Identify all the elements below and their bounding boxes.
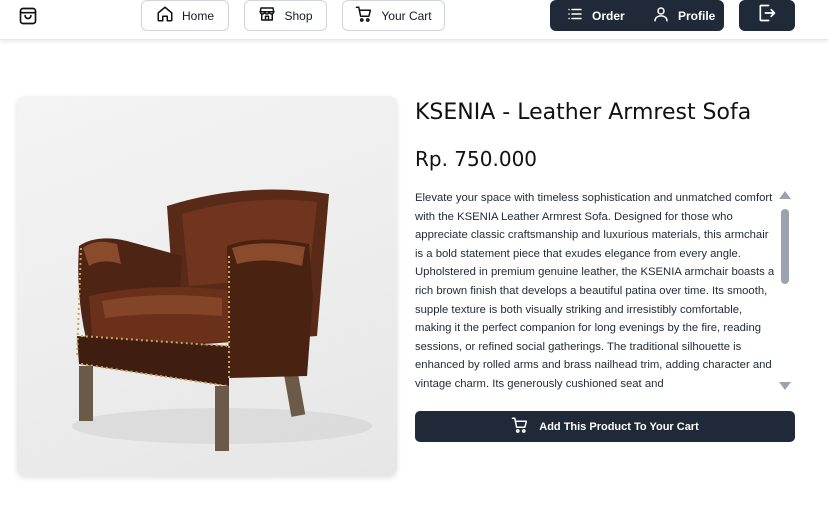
- user-icon: [652, 5, 670, 26]
- add-to-cart-label: Add This Product To Your Cart: [539, 420, 699, 433]
- product-price: Rp. 750.000: [415, 147, 538, 171]
- home-label: Home: [181, 8, 214, 23]
- profile-button[interactable]: Profile: [652, 0, 715, 31]
- add-to-cart-button[interactable]: Add This Product To Your Cart: [415, 411, 795, 442]
- your-cart-button[interactable]: Your Cart: [342, 0, 445, 31]
- shopping-bag-icon[interactable]: [18, 6, 38, 26]
- logout-button[interactable]: [739, 0, 795, 31]
- order-label: Order: [592, 8, 625, 23]
- store-icon: [258, 5, 276, 26]
- home-icon: [156, 5, 174, 26]
- scroll-up-arrow[interactable]: [779, 191, 791, 199]
- scrollbar-thumb[interactable]: [781, 209, 789, 284]
- description-panel[interactable]: Elevate your space with timeless sophist…: [415, 189, 795, 391]
- user-menu: Order Profile: [550, 0, 724, 31]
- leather-armchair-illustration: [72, 189, 372, 451]
- list-icon: [566, 5, 584, 26]
- product-title: KSENIA - Leather Armrest Sofa: [415, 100, 752, 125]
- home-button[interactable]: Home: [141, 0, 229, 31]
- shop-label: Shop: [284, 8, 313, 23]
- order-button[interactable]: Order: [566, 0, 625, 31]
- profile-label: Profile: [678, 8, 716, 23]
- product-image: [17, 96, 397, 476]
- logout-icon: [757, 3, 777, 28]
- top-navbar: Home Shop Your Cart Order Profile: [0, 0, 828, 40]
- shop-button[interactable]: Shop: [244, 0, 327, 31]
- your-cart-label: Your Cart: [381, 8, 432, 23]
- scroll-down-arrow[interactable]: [779, 382, 791, 390]
- cart-icon: [511, 416, 529, 437]
- cart-icon: [355, 5, 373, 26]
- product-description: Elevate your space with timeless sophist…: [415, 192, 775, 390]
